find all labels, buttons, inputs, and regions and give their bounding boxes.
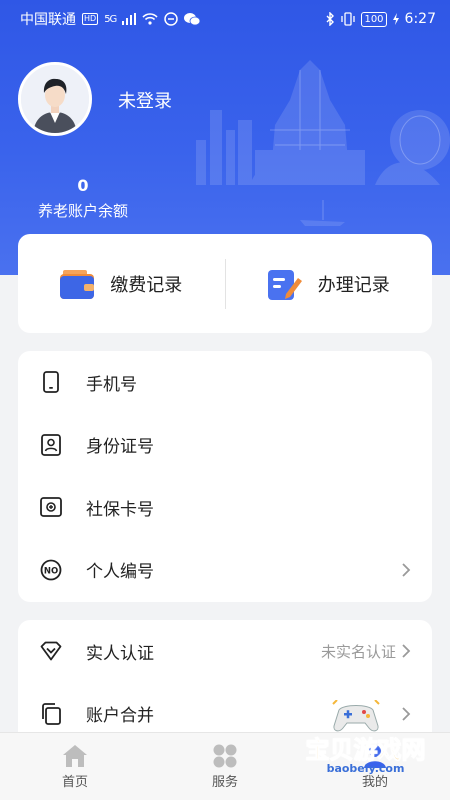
row-social-security-card-label: 社保卡号	[86, 499, 154, 520]
balance-value: 0	[77, 176, 89, 195]
wallet-icon	[60, 269, 95, 299]
payment-records-label: 缴费记录	[110, 274, 183, 296]
nav-services-label: 服务	[211, 774, 238, 790]
diamond-check-icon	[40, 640, 62, 662]
chevron-right-icon	[402, 644, 411, 658]
bluetooth-icon	[326, 12, 335, 26]
hd-badge: HD	[82, 13, 99, 25]
watermark-text: 宝贝游戏网	[305, 736, 426, 765]
chevron-right-icon	[402, 563, 411, 577]
row-social-security-card[interactable]: 社保卡号	[18, 476, 432, 539]
carrier-name: 中国联通	[20, 12, 76, 28]
row-personal-number-label: 个人编号	[86, 562, 154, 583]
records-card: 缴费记录 办理记录	[18, 234, 432, 333]
nav-home[interactable]: 首页	[0, 733, 150, 800]
id-card-icon	[40, 433, 62, 456]
clock: 6:27	[404, 11, 436, 27]
home-icon	[63, 744, 87, 767]
nav-services[interactable]: 服务	[150, 733, 300, 800]
row-id-card-label: 身份证号	[86, 437, 154, 458]
wifi-icon	[142, 13, 158, 25]
svg-text:NO: NO	[44, 566, 58, 576]
row-real-person-verification[interactable]: 实人认证 未实名认证	[18, 620, 432, 683]
handling-records-button[interactable]: 办理记录	[226, 234, 433, 333]
payment-records-button[interactable]: 缴费记录	[18, 234, 225, 333]
watermark-domain: baobeiy.com	[326, 762, 405, 775]
verification-status: 未实名认证	[320, 642, 396, 661]
vibrate-icon	[341, 12, 356, 26]
row-personal-number[interactable]: NO 个人编号	[18, 539, 432, 602]
message-icon	[184, 13, 201, 26]
row-id-card[interactable]: 身份证号	[18, 414, 432, 477]
edit-document-icon	[267, 269, 302, 300]
row-phone-label: 手机号	[86, 374, 137, 395]
balance-label: 养老账户余额	[37, 202, 128, 220]
watermark: 宝贝游戏网 baobeiy.com	[283, 700, 448, 790]
nfc-icon	[164, 12, 179, 26]
charging-icon	[392, 13, 399, 25]
no-badge-icon: NO	[40, 559, 62, 581]
login-status[interactable]: 未登录	[118, 87, 172, 113]
avatar-user-icon	[21, 65, 89, 133]
network-type: 5G	[104, 13, 117, 25]
grid-icon	[213, 744, 237, 767]
personal-info-card: 手机号 身份证号 社保卡号 NO 个人编号	[18, 351, 432, 602]
row-phone[interactable]: 手机号	[18, 351, 432, 414]
avatar[interactable]	[18, 62, 92, 136]
row-real-person-verification-label: 实人认证	[86, 643, 154, 664]
handling-records-label: 办理记录	[317, 274, 390, 296]
copy-icon	[40, 702, 62, 725]
nav-home-label: 首页	[61, 774, 88, 790]
phone-icon	[40, 371, 62, 394]
signal-icon	[122, 13, 137, 25]
gamepad-icon	[332, 700, 380, 732]
status-bar: 中国联通 HD 5G 100 6:27	[0, 0, 450, 38]
battery-level: 100	[361, 11, 387, 27]
social-security-card-icon	[40, 496, 62, 518]
